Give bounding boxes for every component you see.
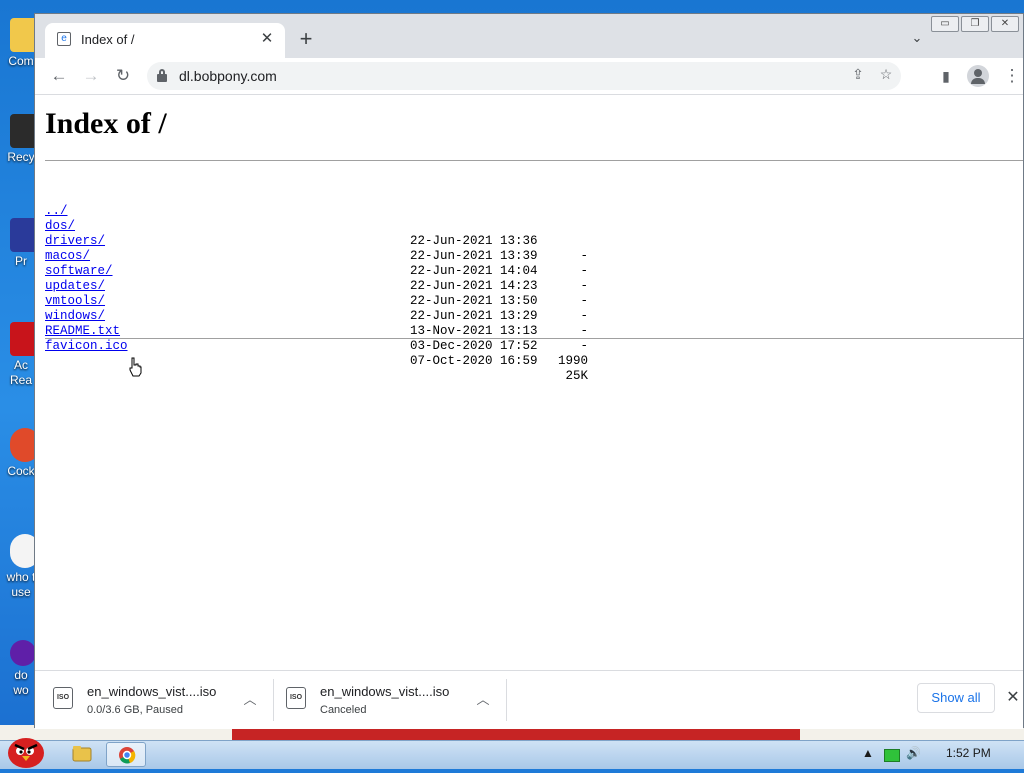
listing-row: windows/ 13-Nov-2021 13:13 - xyxy=(45,294,588,353)
entry-date: 03-Dec-2020 17:52 xyxy=(410,339,538,353)
tab-strip: e Index of / ✕ + ⌄ ▭ ❐ ✕ xyxy=(35,14,1023,58)
hand-cursor-icon xyxy=(129,357,142,377)
listing-row: macos/ 22-Jun-2021 14:04 - xyxy=(45,234,588,293)
folder-icon xyxy=(72,746,92,762)
desktop-icon-label: wo xyxy=(13,683,29,697)
entry-date: 22-Jun-2021 14:23 xyxy=(410,279,538,293)
show-all-button[interactable]: Show all xyxy=(917,683,995,713)
download-filename: en_windows_vist....iso xyxy=(87,684,217,699)
download-filename: en_windows_vist....iso xyxy=(320,684,450,699)
divider xyxy=(45,338,1023,339)
download-shelf: ISO en_windows_vist....iso 0.0/3.6 GB, P… xyxy=(35,670,1023,729)
desktop-icon-label: Com xyxy=(8,54,34,68)
divider xyxy=(45,160,1023,161)
listing-row: software/ 22-Jun-2021 14:23 - xyxy=(45,249,588,308)
network-icon[interactable] xyxy=(884,749,900,762)
url-text[interactable]: dl.bobpony.com xyxy=(179,68,277,84)
taskbar-chrome[interactable] xyxy=(106,742,146,767)
tab-index[interactable]: e Index of / ✕ xyxy=(45,23,285,58)
entry-date: 07-Oct-2020 16:59 xyxy=(410,354,538,368)
desktop-icon-acrobat-reader[interactable]: Ac Rea xyxy=(0,322,40,388)
window-controls: ▭ ❐ ✕ xyxy=(931,16,1019,32)
listing-row: ../ xyxy=(45,189,105,218)
maximize-button[interactable]: ❐ xyxy=(961,16,989,32)
page-content: Index of / ../ dos/ 22-Jun-2021 13:36 - … xyxy=(35,95,1023,670)
desktop-icon-cock[interactable]: Cock xyxy=(0,428,40,479)
forward-arrow-icon[interactable]: → xyxy=(78,64,104,88)
reload-icon[interactable]: ↻ xyxy=(110,64,136,88)
desktop-icon-label: do xyxy=(14,668,28,682)
listing-row: vmtools/ 22-Jun-2021 13:29 - xyxy=(45,279,588,338)
show-hidden-icons-icon[interactable]: ▲ xyxy=(862,746,874,760)
directory-listing: ../ dos/ 22-Jun-2021 13:36 - drivers/ 22… xyxy=(45,189,588,383)
download-status: 0.0/3.6 GB, Paused xyxy=(87,704,184,716)
listing-row: favicon.ico 07-Oct-2020 16:59 25K xyxy=(45,324,588,383)
more-menu-icon[interactable]: ⋮ xyxy=(999,64,1024,88)
entry-date: 13-Nov-2021 13:13 xyxy=(410,324,538,338)
desktop-icon-label: Recy xyxy=(7,150,35,164)
chevron-up-icon[interactable]: ︿ xyxy=(473,689,493,709)
desktop-icon-label: who t xyxy=(6,570,36,584)
listing-row: updates/ 22-Jun-2021 13:50 - xyxy=(45,264,588,323)
back-arrow-icon[interactable]: ← xyxy=(46,64,72,88)
desktop-icon-computer[interactable]: Com xyxy=(0,18,40,69)
yahoo-icon xyxy=(10,640,36,666)
desktop-icon-yahoo[interactable]: do wo xyxy=(0,640,36,698)
close-icon[interactable]: ✕ xyxy=(1003,687,1023,709)
minimize-button[interactable]: ▭ xyxy=(931,16,959,32)
desktop-icon-app[interactable]: Pr xyxy=(0,218,40,269)
page-favicon-icon: e xyxy=(57,32,71,46)
iso-file-icon: ISO xyxy=(286,687,306,709)
iso-file-icon: ISO xyxy=(53,687,73,709)
entry-date: 22-Jun-2021 14:04 xyxy=(410,264,538,278)
entry-date: 22-Jun-2021 13:29 xyxy=(410,309,538,323)
close-window-button[interactable]: ✕ xyxy=(991,16,1019,32)
download-status: Canceled xyxy=(320,704,367,716)
entry-size: 25K xyxy=(565,369,588,383)
address-bar[interactable]: dl.bobpony.com ⇪ ☆ xyxy=(147,62,901,90)
taskbar-explorer[interactable] xyxy=(62,742,102,767)
browser-window: e Index of / ✕ + ⌄ ▭ ❐ ✕ ← → ↻ dl.bobpon… xyxy=(34,13,1024,729)
profile-avatar-icon[interactable] xyxy=(967,65,989,87)
divider xyxy=(506,679,507,721)
desktop-icon-who[interactable]: who t use xyxy=(0,534,40,600)
download-item[interactable]: ISO en_windows_vist....iso Canceled ︿ xyxy=(268,671,506,729)
download-item[interactable]: ISO en_windows_vist....iso 0.0/3.6 GB, P… xyxy=(35,671,273,729)
entry-date: 22-Jun-2021 13:36 xyxy=(410,234,538,248)
listing-row: README.txt 03-Dec-2020 17:52 1990 xyxy=(45,309,588,368)
lock-icon[interactable] xyxy=(157,69,167,82)
page-heading: Index of / xyxy=(45,107,167,140)
desktop-icon-label: Ac xyxy=(13,358,28,372)
desktop-icon-label: Rea xyxy=(9,373,32,387)
tab-title: Index of / xyxy=(81,32,135,47)
desktop-icon-recycle-bin[interactable]: Recy xyxy=(0,114,40,165)
start-button-angry-bird-icon[interactable] xyxy=(2,731,46,769)
new-tab-button[interactable]: + xyxy=(293,27,319,53)
taskbar-clock[interactable]: 1:52 PM xyxy=(946,746,991,760)
listing-row: drivers/ 22-Jun-2021 13:39 - xyxy=(45,219,588,278)
desktop-icon-label: use xyxy=(11,585,31,599)
entry-date: 22-Jun-2021 13:39 xyxy=(410,249,538,263)
volume-icon[interactable]: 🔊 xyxy=(906,746,921,760)
close-tab-icon[interactable]: ✕ xyxy=(257,29,277,49)
chrome-icon xyxy=(119,747,136,764)
entry-date: 22-Jun-2021 13:50 xyxy=(410,294,538,308)
chevron-up-icon[interactable]: ︿ xyxy=(240,689,260,709)
bookmark-star-icon[interactable]: ☆ xyxy=(875,66,897,86)
browser-toolbar: ← → ↻ dl.bobpony.com ⇪ ☆ ▮ ⋮ xyxy=(35,58,1023,95)
desktop-icon-label: Pr xyxy=(15,254,27,268)
listing-row: dos/ 22-Jun-2021 13:36 - xyxy=(45,204,588,263)
entry-link-favicon[interactable]: favicon.ico xyxy=(45,339,128,354)
share-icon[interactable]: ⇪ xyxy=(847,66,869,86)
side-panel-icon[interactable]: ▮ xyxy=(933,64,959,88)
tab-search-chevron-icon[interactable]: ⌄ xyxy=(907,30,927,50)
desktop-icon-label: Cock xyxy=(7,464,35,478)
taskbar: ▲ 🔊 1:52 PM xyxy=(0,738,1024,769)
